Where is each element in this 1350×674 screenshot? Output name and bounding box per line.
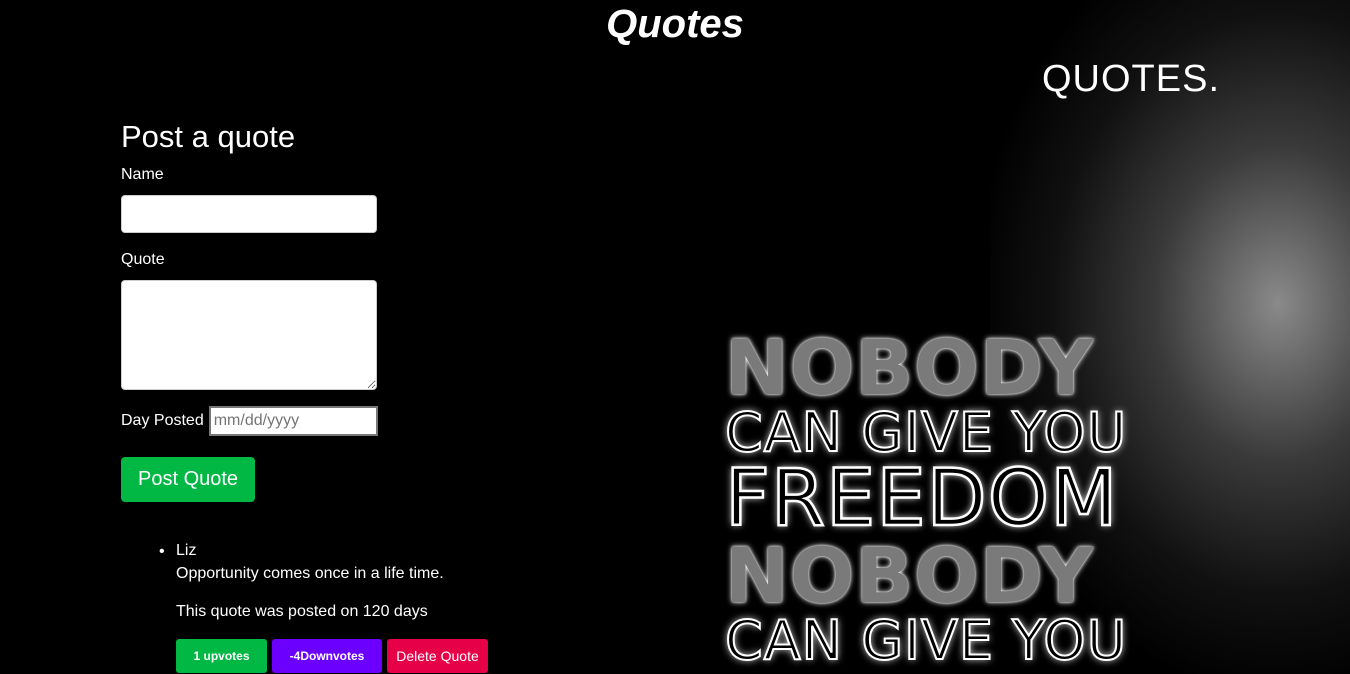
name-label: Name — [121, 166, 164, 183]
post-quote-button[interactable]: Post Quote — [121, 457, 256, 502]
quote-author: Liz — [176, 542, 197, 559]
name-input[interactable] — [121, 195, 377, 233]
list-item: • Liz Opportunity comes once in a life t… — [159, 541, 696, 673]
form-heading: Post a quote — [121, 119, 296, 154]
poster-line: CAN GIVE YOU — [724, 401, 1128, 464]
quote-text: Opportunity comes once in a life time. — [176, 565, 444, 582]
quote-textarea[interactable] — [121, 280, 377, 390]
poster-line: CAN GIVE YOU — [724, 609, 1128, 672]
upvote-button[interactable]: 1 upvotes — [176, 639, 267, 673]
date-input[interactable] — [208, 406, 378, 436]
poster-line: NOBODY — [725, 531, 1095, 620]
bullet-icon: • — [159, 543, 165, 560]
page: Quotes QUOTES. NOBODY CAN GIVE YOU FREED… — [0, 0, 1350, 674]
delete-quote-button[interactable]: Delete Quote — [387, 639, 488, 673]
page-title: Quotes — [606, 2, 744, 46]
quote-label: Quote — [121, 251, 165, 268]
poster-line: FREEDOM — [724, 454, 1119, 544]
poster-image: NOBODY CAN GIVE YOU FREEDOM NOBODY CAN G… — [724, 323, 1145, 672]
quote-actions: 1 upvotes -4Downvotes Delete Quote — [176, 639, 696, 673]
brand-text: QUOTES. — [1042, 58, 1221, 100]
post-quote-form: Post a quote Name Quote Day Posted Post … — [121, 118, 521, 502]
quote-posted: This quote was posted on 120 days — [176, 603, 428, 620]
downvote-button[interactable]: -4Downvotes — [272, 639, 382, 673]
poster-line: NOBODY — [725, 323, 1095, 412]
quote-list: • Liz Opportunity comes once in a life t… — [159, 541, 696, 673]
date-row: Day Posted — [121, 406, 521, 436]
date-label: Day Posted — [121, 412, 204, 429]
